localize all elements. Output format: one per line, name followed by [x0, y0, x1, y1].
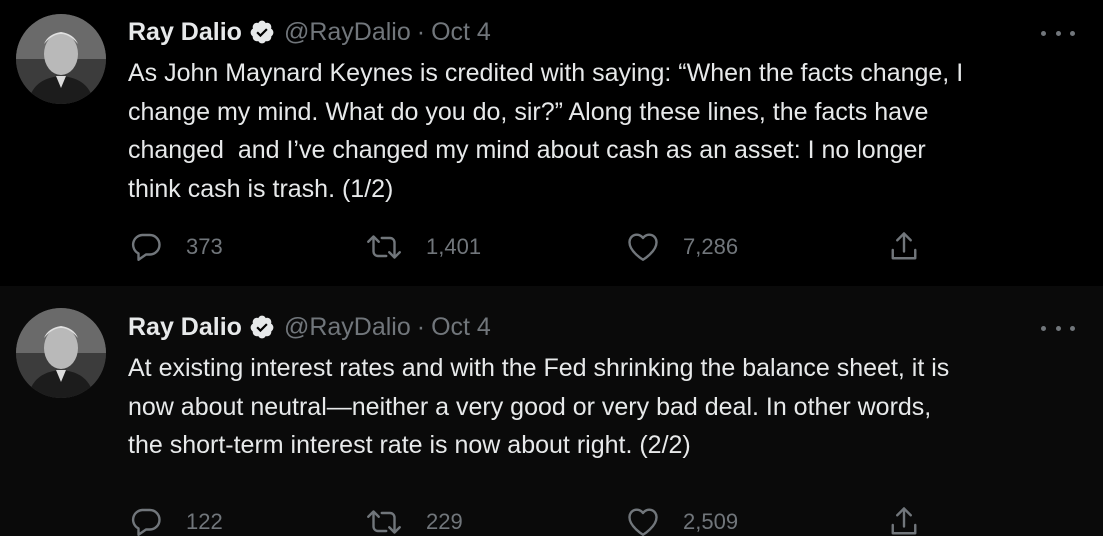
retweet-button[interactable]: 229: [364, 502, 463, 536]
share-button[interactable]: [886, 502, 922, 536]
tweet-header: Ray Dalio @RayDalio · Oct 4: [128, 15, 491, 49]
reply-button[interactable]: 122: [128, 502, 223, 536]
header-separator: ·: [416, 17, 426, 46]
avatar-photo-icon: [16, 14, 106, 104]
retweet-icon: [364, 504, 404, 536]
tweet-thread: Ray Dalio @RayDalio · Oct 4 As John Mayn…: [0, 0, 1103, 536]
share-icon: [886, 504, 922, 536]
share-button[interactable]: [886, 227, 922, 267]
tweet-text: As John Maynard Keynes is credited with …: [128, 59, 964, 203]
more-horizontal-icon[interactable]: [1041, 23, 1075, 43]
reply-count: 373: [186, 234, 223, 259]
header-separator: ·: [416, 312, 426, 341]
heart-icon: [625, 504, 661, 536]
reply-icon: [128, 229, 164, 265]
tweet-actions: 122 229 2,509: [128, 502, 928, 536]
like-button[interactable]: 7,286: [625, 227, 738, 267]
tweet-actions: 373 1,401 7,286: [128, 227, 928, 267]
author-handle[interactable]: @RayDalio: [284, 313, 411, 342]
retweet-count: 1,401: [426, 234, 482, 259]
tweet-date[interactable]: Oct 4: [431, 313, 491, 342]
like-count: 2,509: [683, 509, 739, 534]
heart-icon: [625, 229, 661, 265]
retweet-button[interactable]: 1,401: [364, 227, 481, 267]
author-name[interactable]: Ray Dalio: [128, 18, 242, 47]
reply-button[interactable]: 373: [128, 227, 223, 267]
like-count: 7,286: [683, 234, 739, 259]
retweet-count: 229: [426, 509, 463, 534]
share-icon: [886, 229, 922, 265]
tweet-date[interactable]: Oct 4: [431, 18, 491, 47]
reply-count: 122: [186, 509, 223, 534]
avatar[interactable]: [16, 14, 106, 104]
verified-badge-icon: [249, 19, 275, 45]
retweet-icon: [364, 229, 404, 265]
like-button[interactable]: 2,509: [625, 502, 738, 536]
verified-badge-icon: [249, 314, 275, 340]
tweet[interactable]: Ray Dalio @RayDalio · Oct 4 As John Mayn…: [0, 0, 1103, 286]
reply-icon: [128, 504, 164, 536]
tweet-header: Ray Dalio @RayDalio · Oct 4: [128, 310, 491, 344]
tweet[interactable]: Ray Dalio @RayDalio · Oct 4 At existing …: [0, 286, 1103, 536]
more-horizontal-icon[interactable]: [1041, 318, 1075, 338]
author-name[interactable]: Ray Dalio: [128, 313, 242, 342]
author-handle[interactable]: @RayDalio: [284, 18, 411, 47]
avatar[interactable]: [16, 308, 106, 398]
avatar-photo-icon: [16, 308, 106, 398]
tweet-text: At existing interest rates and with the …: [128, 354, 950, 459]
